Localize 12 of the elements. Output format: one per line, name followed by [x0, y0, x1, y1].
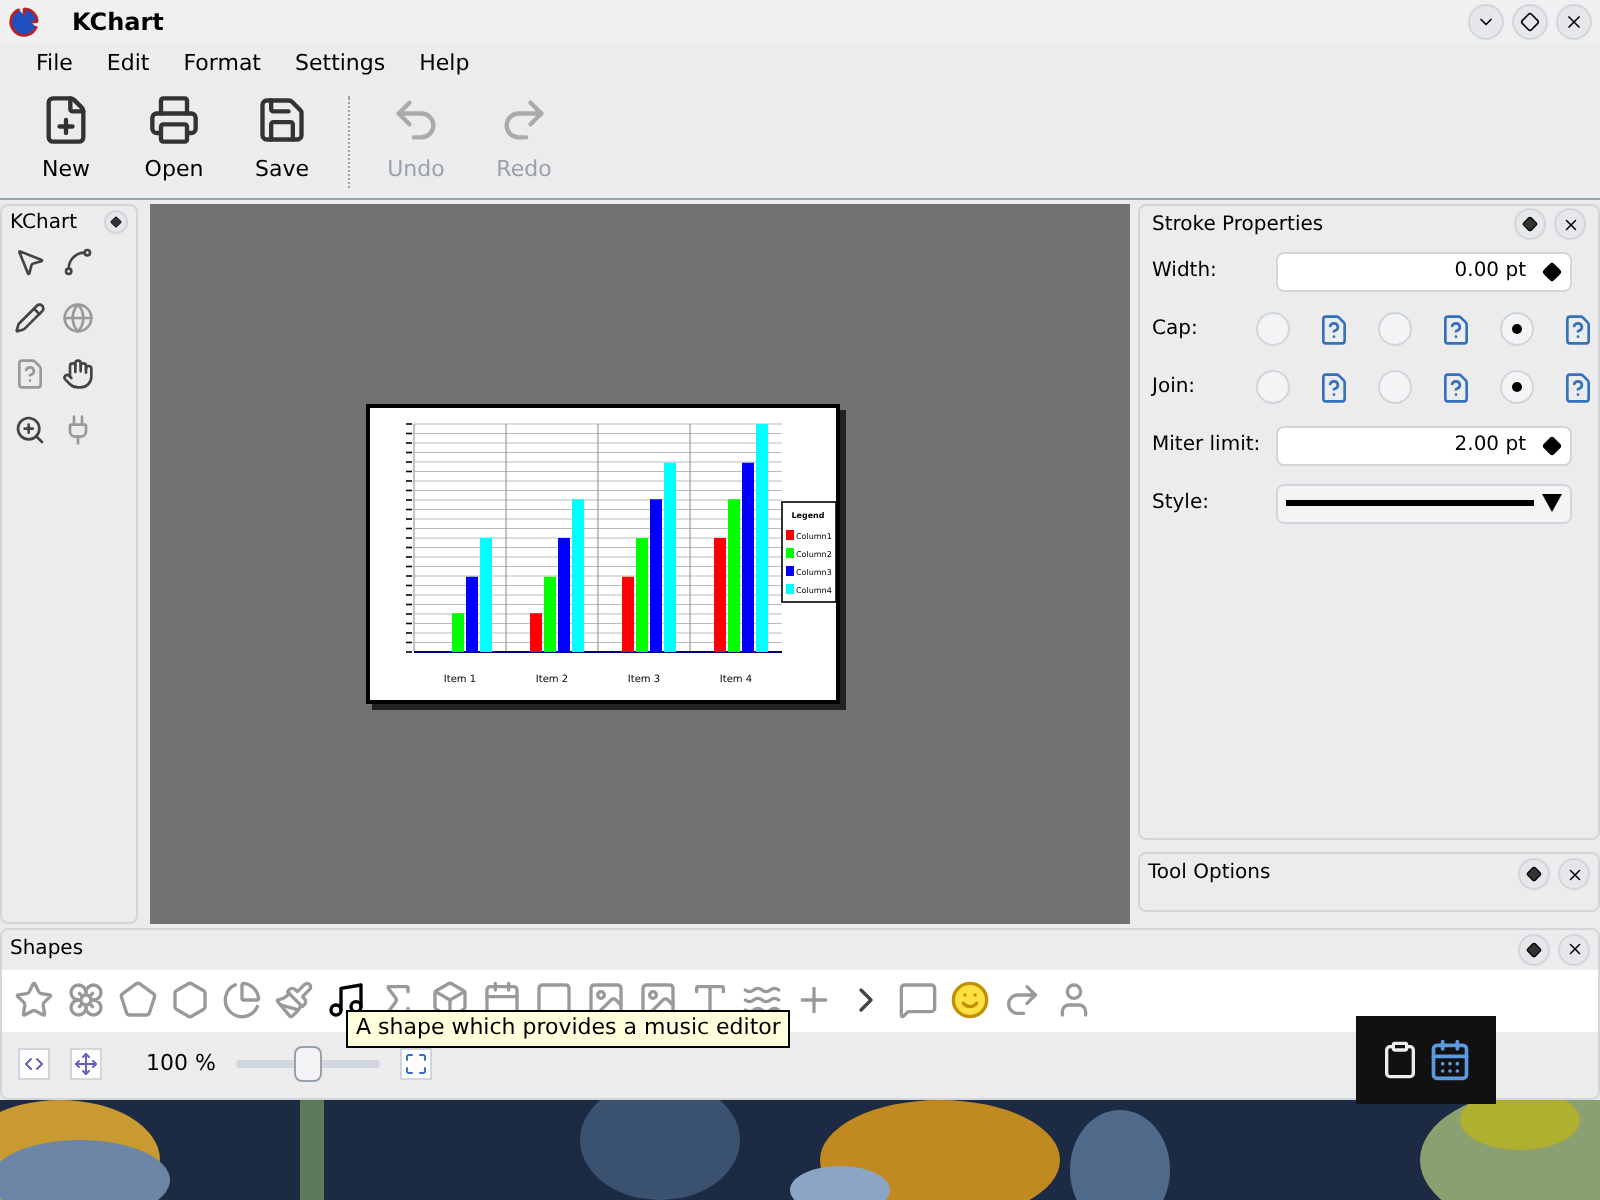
panel-title: Tool Options — [1148, 860, 1271, 888]
field-label: Cap: — [1150, 316, 1200, 344]
panel-title: Stroke Properties — [1152, 211, 1324, 239]
field-label: Style: — [1150, 490, 1211, 518]
field-label: Miter limit: — [1150, 432, 1263, 460]
field-label: Join: — [1149, 374, 1198, 402]
dock-title: Shapes — [10, 936, 84, 965]
zoom-reading: 100 % — [146, 1048, 216, 1081]
tooltip: A shape which provides a music editor — [346, 1010, 791, 1047]
dock-title: KChart — [10, 209, 77, 237]
field-label: Width: — [1150, 258, 1219, 286]
window-title: KChart — [72, 6, 164, 40]
